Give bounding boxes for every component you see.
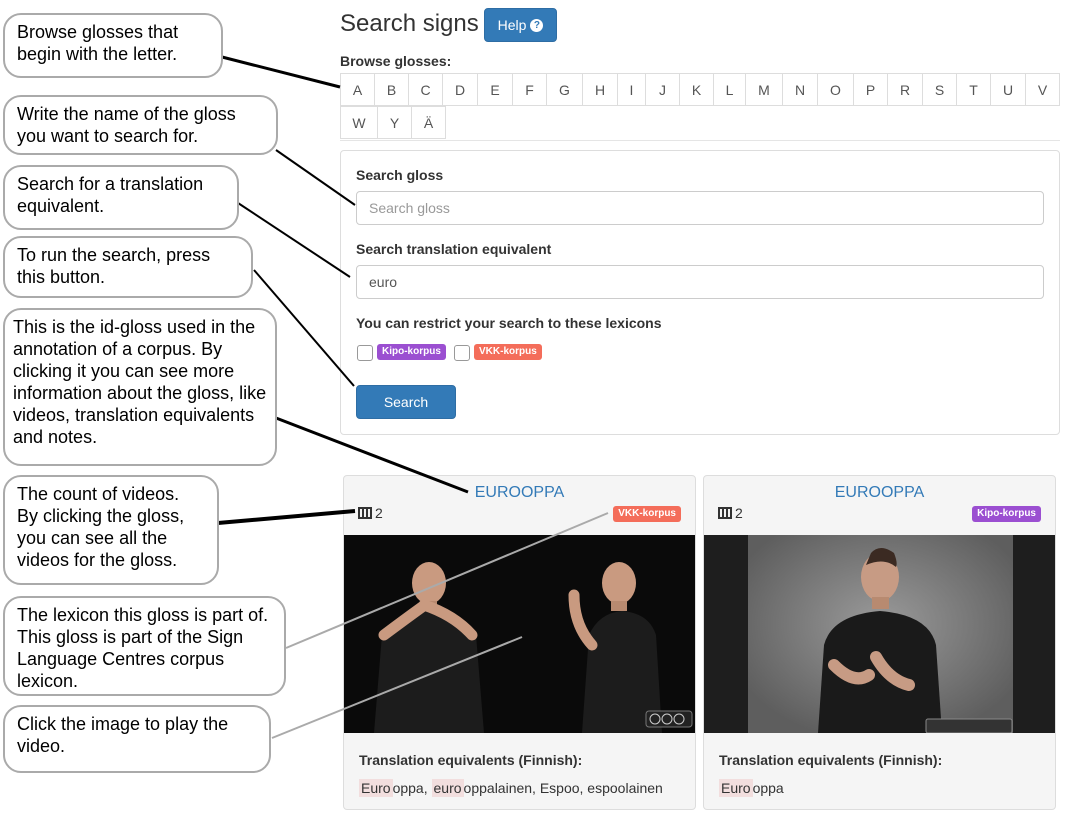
callout-search-gloss: Write the name of the gloss you want to … [3,95,278,155]
leader-line [221,55,341,89]
leader-line [217,509,356,525]
callout-play-video: Click the image to play the video. [3,705,271,773]
leader-line [275,149,356,206]
leader-line [237,202,351,278]
leader-line [271,636,523,739]
callout-id-gloss: This is the id-gloss used in the annotat… [3,308,277,466]
callout-browse: Browse glosses that begin with the lette… [3,13,223,78]
callout-translation: Search for a translation equivalent. [3,165,239,230]
callout-video-count: The count of videos. By clicking the glo… [3,475,219,585]
leader-line [275,416,469,494]
callout-lexicon: The lexicon this gloss is part of. This … [3,596,286,696]
leader-line [285,512,609,649]
callout-run-search: To run the search, press this button. [3,236,253,298]
